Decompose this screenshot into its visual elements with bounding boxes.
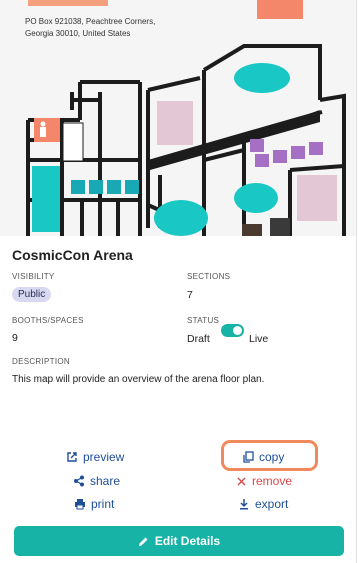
preview-label: preview — [83, 450, 125, 464]
copy-icon — [243, 451, 254, 463]
booths-label: BOOTHS/SPACES — [12, 316, 84, 325]
sections-label: SECTIONS — [187, 272, 231, 281]
close-icon — [237, 477, 246, 485]
export-link[interactable]: export — [238, 497, 288, 511]
share-label: share — [90, 474, 121, 488]
remove-label: remove — [252, 474, 293, 488]
share-link[interactable]: share — [73, 474, 120, 488]
print-link[interactable]: print — [74, 497, 114, 511]
preview-link[interactable]: preview — [66, 450, 124, 464]
copy-label: copy — [259, 450, 285, 464]
export-label: export — [255, 497, 289, 511]
visibility-badge: Public — [12, 287, 52, 302]
print-label: print — [91, 497, 115, 511]
pencil-icon — [138, 537, 148, 546]
edit-details-label: Edit Details — [154, 534, 221, 548]
address-line-2: Georgia 30010, United States — [25, 29, 131, 38]
status-draft-label: Draft — [187, 333, 210, 345]
status-label: STATUS — [187, 316, 220, 325]
description-text: This map will provide an overview of the… — [12, 374, 265, 385]
map-card: PO Box 921038, Peachtree Corners, Georgi… — [0, 0, 357, 563]
status-live-label: Live — [249, 333, 269, 345]
toggle-knob — [233, 326, 242, 335]
venue-address: PO Box 921038, Peachtree Corners, Georgi… — [25, 16, 155, 40]
external-link-icon — [67, 452, 77, 462]
description-label: DESCRIPTION — [12, 357, 70, 366]
floor-plan-thumbnail[interactable]: PO Box 921038, Peachtree Corners, Georgi… — [0, 0, 356, 236]
remove-link[interactable]: remove — [236, 474, 292, 488]
share-icon — [74, 475, 84, 487]
visibility-label: VISIBILITY — [12, 272, 55, 281]
edit-details-button[interactable]: Edit Details — [14, 526, 344, 556]
download-icon — [240, 499, 248, 510]
status-toggle[interactable] — [221, 324, 244, 337]
printer-icon — [75, 499, 85, 510]
sections-value: 7 — [187, 289, 193, 301]
booths-value: 9 — [12, 332, 18, 344]
copy-link[interactable]: copy — [242, 450, 284, 464]
address-line-1: PO Box 921038, Peachtree Corners, — [25, 17, 156, 26]
venue-title: CosmicCon Arena — [12, 247, 133, 263]
